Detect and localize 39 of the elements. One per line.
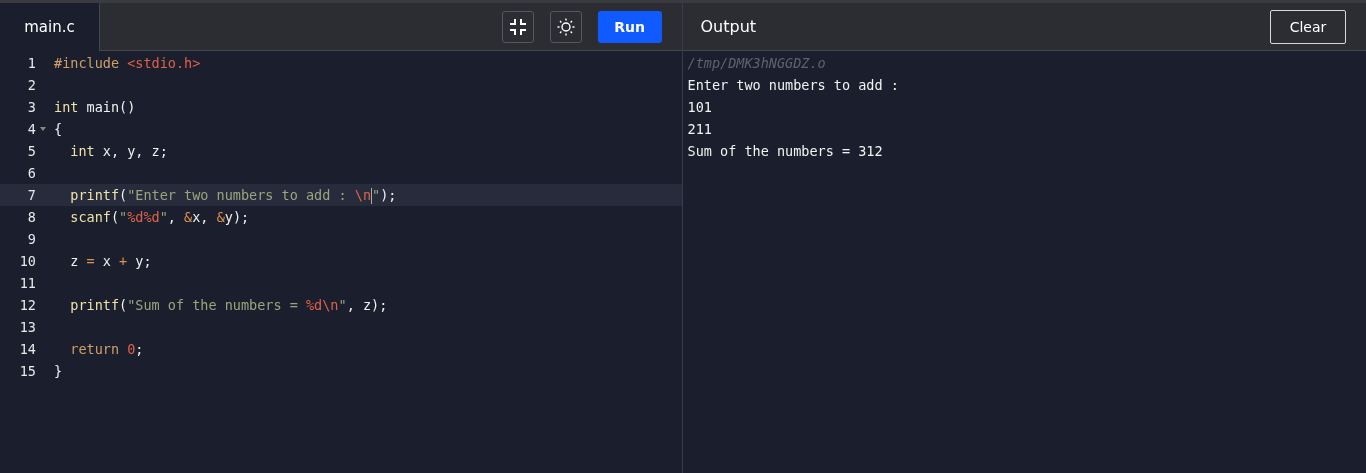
line-number: 13	[18, 319, 36, 335]
code-line: int x, y, z;	[70, 143, 168, 159]
collapse-button[interactable]	[501, 10, 534, 43]
code-line: printf("Sum of the numbers = %d\n", z);	[70, 297, 388, 313]
collapse-icon	[508, 17, 527, 36]
code-line: printf("Enter two numbers to add : \n");	[70, 186, 397, 204]
line-number: 7	[26, 187, 36, 203]
line-number: 9	[26, 231, 36, 247]
line-number: 4	[26, 121, 36, 137]
run-button[interactable]: Run	[597, 10, 662, 43]
line-number: 12	[18, 297, 36, 313]
code-line: return 0;	[70, 341, 144, 357]
code-line: int main()	[54, 99, 136, 115]
output-line: Sum of the numbers = 312	[687, 142, 884, 161]
line-number: 8	[26, 209, 36, 225]
line-number: 14	[18, 341, 36, 357]
output-file-path: /tmp/DMK3hNGGDZ.o	[687, 54, 827, 73]
code-line: scanf("%d%d", &x, &y);	[70, 209, 250, 225]
line-number: 1	[26, 55, 36, 71]
output-line: Enter two numbers to add :	[687, 76, 900, 95]
sun-icon	[556, 17, 575, 36]
theme-toggle-button[interactable]	[549, 10, 582, 43]
line-number: 3	[26, 99, 36, 115]
line-number: 15	[18, 363, 36, 379]
line-number: 10	[18, 253, 36, 269]
line-number: 2	[26, 77, 36, 93]
output-title: Output	[700, 17, 757, 36]
line-number: 11	[18, 275, 36, 291]
output-line: 211	[687, 120, 713, 139]
clear-button[interactable]: Clear	[1270, 9, 1346, 44]
output-line: 101	[687, 98, 713, 117]
line-number: 5	[26, 143, 36, 159]
code-line: {	[54, 121, 63, 137]
code-line: z = x + y;	[70, 253, 152, 269]
file-tab[interactable]: main.c	[0, 3, 100, 51]
code-line: #include <stdio.h>	[54, 55, 201, 71]
fold-arrow-icon[interactable]	[40, 127, 46, 131]
line-number: 6	[26, 165, 36, 181]
code-line: }	[54, 363, 63, 379]
